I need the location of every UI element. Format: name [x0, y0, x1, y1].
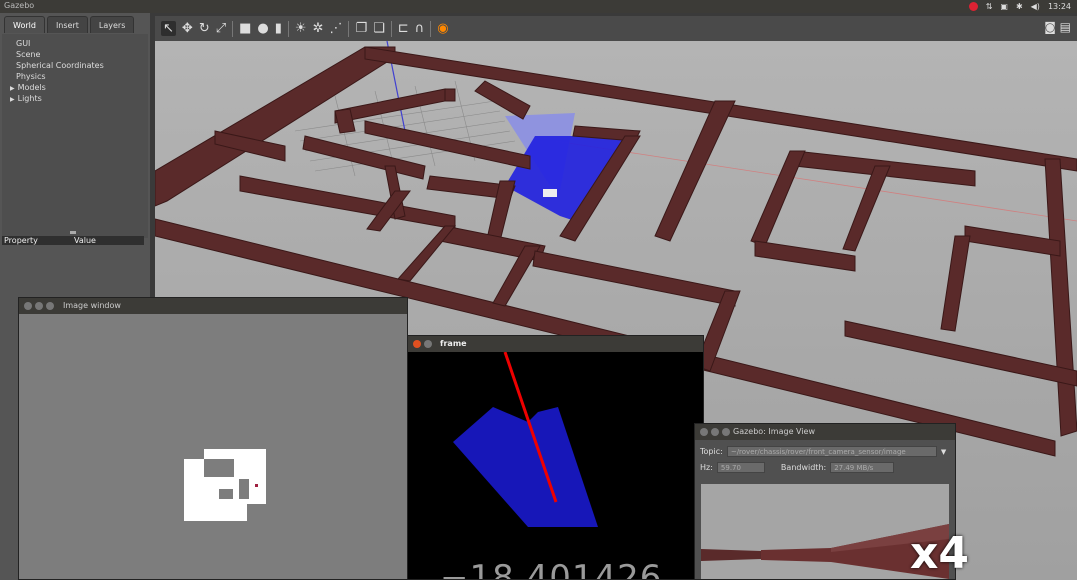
app-title: Gazebo: [4, 1, 35, 10]
system-top-bar: Gazebo ⇅ ▣ ✱ ◀) 13:24: [0, 0, 1077, 13]
network-icon[interactable]: ⇅: [986, 2, 993, 11]
chevron-down-icon[interactable]: ▼: [941, 448, 946, 456]
window-controls: [24, 302, 54, 310]
world-tree: GUI Scene Spherical Coordinates Physics …: [2, 34, 148, 238]
hz-label: Hz:: [700, 463, 713, 472]
image-window-canvas: [19, 314, 407, 579]
heading-value: −18.401426: [440, 558, 663, 580]
system-tray: ⇅ ▣ ✱ ◀) 13:24: [968, 0, 1071, 13]
frame-window[interactable]: frame −18.401426: [407, 335, 704, 580]
toolbar-divider: [287, 20, 289, 37]
frame-window-titlebar[interactable]: frame: [408, 336, 703, 352]
rover-model[interactable]: [543, 189, 557, 197]
stats-row: Hz: 59.70 Bandwidth: 27.49 MB/s: [700, 462, 895, 473]
image-view-title: Gazebo: Image View: [733, 427, 816, 436]
tree-item-physics[interactable]: Physics: [2, 71, 148, 82]
value-column-header: Value: [74, 236, 96, 245]
copy-icon[interactable]: ❐: [355, 21, 367, 36]
image-window[interactable]: Image window: [18, 297, 408, 580]
rotate-icon[interactable]: ↻: [199, 21, 210, 36]
directional-light-icon[interactable]: ⋰: [329, 21, 342, 36]
minimize-button[interactable]: [424, 340, 432, 348]
tree-item-scene[interactable]: Scene: [2, 49, 148, 60]
screenshot-icon[interactable]: ◙ ▤: [1044, 20, 1071, 34]
record-indicator-icon[interactable]: [968, 2, 978, 11]
image-view-titlebar[interactable]: Gazebo: Image View: [695, 424, 955, 440]
left-panel-tabs: World Insert Layers: [0, 16, 135, 34]
panel-splitter-handle[interactable]: [70, 231, 76, 234]
spot-light-icon[interactable]: ✲: [313, 21, 324, 36]
property-header: Property Value: [2, 236, 144, 245]
occupancy-map: [184, 449, 266, 521]
sphere-icon[interactable]: ●: [257, 21, 268, 36]
select-icon[interactable]: ↖: [161, 21, 176, 36]
frame-window-title: frame: [440, 339, 467, 348]
tab-layers[interactable]: Layers: [89, 16, 135, 33]
topic-select[interactable]: ~/rover/chassis/rover/front_camera_senso…: [726, 446, 937, 457]
point-light-icon[interactable]: ☀: [295, 21, 307, 36]
image-window-titlebar[interactable]: Image window: [19, 298, 407, 314]
image-window-title: Image window: [63, 301, 121, 310]
bandwidth-value: 27.49 MB/s: [830, 462, 895, 473]
window-controls: [700, 428, 730, 436]
topic-label: Topic:: [700, 447, 723, 456]
align-icon[interactable]: ⊏: [398, 21, 409, 36]
tree-item-spherical-coordinates[interactable]: Spherical Coordinates: [2, 60, 148, 71]
snap-icon[interactable]: ∩: [415, 21, 425, 36]
frame-window-canvas: −18.401426: [408, 351, 703, 580]
scale-icon[interactable]: ⤢: [216, 21, 226, 36]
toolbar-divider: [232, 20, 234, 37]
tree-item-gui[interactable]: GUI: [2, 38, 148, 49]
scene-toolbar: ↖ ✥ ↻ ⤢ ■ ● ▮ ☀ ✲ ⋰ ❐ ❏ ⊏ ∩ ◉ ◙ ▤: [155, 16, 1077, 41]
cylinder-icon[interactable]: ▮: [275, 21, 282, 36]
tab-world[interactable]: World: [4, 16, 45, 33]
volume-icon[interactable]: ◀): [1031, 2, 1040, 11]
close-button[interactable]: [24, 302, 32, 310]
tab-insert[interactable]: Insert: [46, 16, 88, 33]
record-icon[interactable]: ◉: [437, 21, 448, 36]
toolbar-divider: [430, 20, 432, 37]
tree-item-lights[interactable]: Lights: [2, 93, 148, 104]
minimize-button[interactable]: [711, 428, 719, 436]
toolbar-divider: [390, 20, 392, 37]
tree-item-models[interactable]: Models: [2, 82, 148, 93]
laser-frame-view: [453, 351, 598, 527]
box-icon[interactable]: ■: [239, 21, 251, 36]
minimize-button[interactable]: [35, 302, 43, 310]
clock[interactable]: 13:24: [1048, 2, 1071, 11]
close-button[interactable]: [413, 340, 421, 348]
playback-speed-overlay: x4: [910, 528, 969, 579]
close-button[interactable]: [700, 428, 708, 436]
toolbar-divider: [348, 20, 350, 37]
keyboard-icon[interactable]: ▣: [1000, 2, 1008, 11]
hz-value: 59.70: [716, 462, 765, 473]
topic-row: Topic: ~/rover/chassis/rover/front_camer…: [700, 446, 946, 457]
translate-icon[interactable]: ✥: [182, 21, 193, 36]
maximize-button[interactable]: [46, 302, 54, 310]
property-column-header: Property: [4, 236, 38, 245]
bandwidth-label: Bandwidth:: [780, 463, 827, 472]
paste-icon[interactable]: ❏: [373, 21, 385, 36]
bluetooth-icon[interactable]: ✱: [1016, 2, 1023, 11]
window-controls: [413, 340, 432, 348]
maximize-button[interactable]: [722, 428, 730, 436]
